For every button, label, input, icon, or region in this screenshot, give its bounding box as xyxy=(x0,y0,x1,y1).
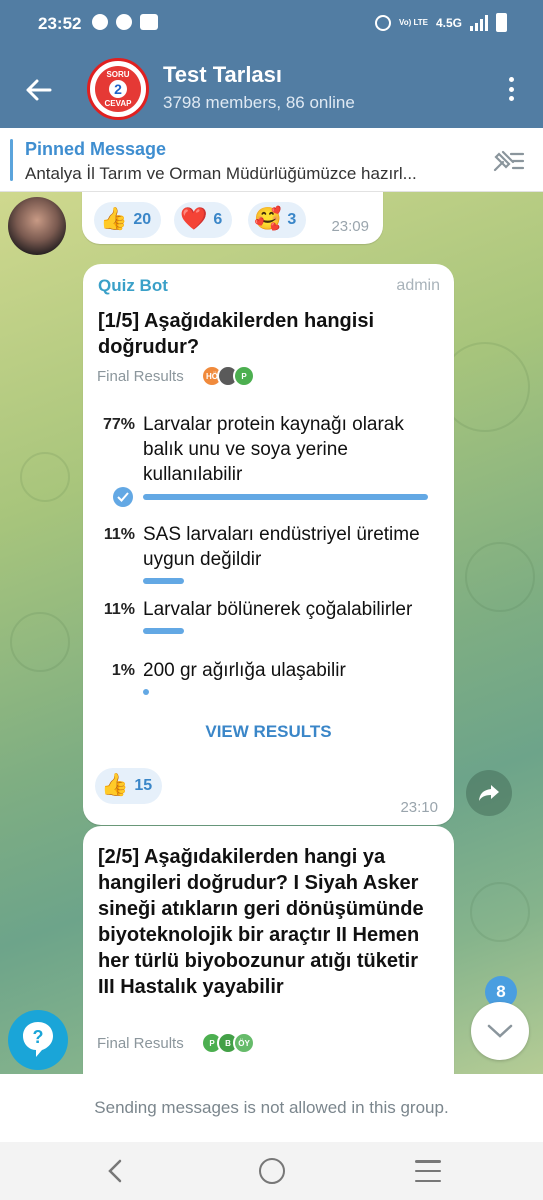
sender-avatar[interactable] xyxy=(8,197,66,255)
quiz-message[interactable]: [2/5] Aşağıdakilerden hangi ya hangileri… xyxy=(83,826,454,1074)
thumbs-up-icon: 👍 xyxy=(100,207,128,232)
admin-badge: admin xyxy=(396,277,440,294)
option-percent: 11% xyxy=(103,601,135,618)
pinned-list-icon[interactable] xyxy=(491,146,525,176)
question-bubble-icon: ? xyxy=(23,1022,53,1057)
group-logo: SORU 2 CEVAP xyxy=(95,66,141,112)
option-bar xyxy=(143,689,149,695)
help-button[interactable]: ? xyxy=(8,1010,68,1070)
pinned-message[interactable]: Pinned Message Antalya İl Tarım ve Orman… xyxy=(0,128,543,192)
pinned-indicator xyxy=(10,139,13,181)
message-bubble[interactable]: 👍 20 ❤️ 6 🥰 3 23:09 xyxy=(82,192,383,244)
reaction-heart[interactable]: ❤️ 6 xyxy=(174,202,233,238)
quiz-question: [2/5] Aşağıdakilerden hangi ya hangileri… xyxy=(98,846,424,998)
status-indicators: Vo) LTE 4.5G xyxy=(374,13,507,32)
correct-check-icon xyxy=(113,487,133,507)
signal-icon xyxy=(470,14,488,31)
dot-icon xyxy=(508,96,514,101)
system-navbar xyxy=(0,1142,543,1200)
status-time: 23:52 xyxy=(38,14,82,33)
option-text: Larvalar bölünerek çoğalabilirler xyxy=(143,599,413,620)
background-doodle xyxy=(470,882,530,942)
voter-avatars: P B ÖY xyxy=(201,1032,255,1054)
voter-avatars: HÖ P xyxy=(201,365,255,387)
back-arrow-icon xyxy=(26,79,52,101)
view-results-button[interactable]: VIEW RESULTS xyxy=(83,722,454,742)
quiz-message[interactable]: Quiz Bot admin [1/5] Aşağıdakilerden han… xyxy=(83,264,454,825)
reaction-count: 20 xyxy=(133,211,152,228)
reaction-smiling-hearts[interactable]: 🥰 3 xyxy=(248,202,307,238)
dot-icon xyxy=(508,86,514,92)
battery-icon xyxy=(496,13,507,32)
restricted-notice: Sending messages is not allowed in this … xyxy=(0,1074,543,1142)
alarm-icon xyxy=(374,14,391,31)
sender-name[interactable]: Quiz Bot xyxy=(98,276,168,296)
heart-icon: ❤️ xyxy=(180,207,208,232)
more-options-button[interactable] xyxy=(501,74,521,104)
message-time: 23:10 xyxy=(400,799,438,816)
reaction-thumbs-up[interactable]: 👍 15 xyxy=(95,768,163,804)
scroll-down-button[interactable] xyxy=(471,1002,529,1060)
messenger-icon xyxy=(92,14,108,30)
message-time: 23:09 xyxy=(331,218,369,235)
chevron-down-icon xyxy=(487,1024,513,1038)
nav-recents-icon[interactable] xyxy=(415,1160,441,1182)
option-text: Larvalar protein kaynağı olarak balık un… xyxy=(143,414,404,485)
reaction-thumbs-up[interactable]: 👍 20 xyxy=(94,202,162,238)
quiz-question: [1/5] Aşağıdakilerden hangisi doğrudur? xyxy=(98,310,375,358)
smiling-face-hearts-icon: 🥰 xyxy=(254,207,282,232)
group-avatar[interactable]: SORU 2 CEVAP xyxy=(87,58,149,120)
logo-text-number: 2 xyxy=(109,80,127,98)
option-bar xyxy=(143,494,428,500)
chat-header: SORU 2 CEVAP Test Tarlası 3798 members, … xyxy=(0,50,543,128)
logo-text-soru: SORU xyxy=(106,70,130,79)
facebook-icon xyxy=(116,14,132,30)
background-doodle xyxy=(10,612,70,672)
svg-text:?: ? xyxy=(33,1027,44,1047)
voter-avatar: ÖY xyxy=(233,1032,255,1054)
option-percent: 77% xyxy=(102,416,135,433)
final-results-label: Final Results xyxy=(97,368,184,385)
nav-home-icon[interactable] xyxy=(259,1158,285,1184)
logo-text-cevap: CEVAP xyxy=(104,99,132,108)
notification-icons xyxy=(92,14,158,30)
chat-area[interactable]: 👍 20 ❤️ 6 🥰 3 23:09 Quiz Bot admin [1/5]… xyxy=(0,192,543,1074)
voter-avatar: P xyxy=(233,365,255,387)
nav-back-icon[interactable] xyxy=(104,1158,128,1184)
pinned-text: Antalya İl Tarım ve Orman Müdürlüğümüzce… xyxy=(25,164,417,183)
share-button[interactable] xyxy=(466,770,512,816)
option-text: 200 gr ağırlığa ulaşabilir xyxy=(143,660,346,681)
thumbs-up-icon: 👍 xyxy=(101,773,129,798)
option-percent: 11% xyxy=(103,526,135,543)
pinned-title: Pinned Message xyxy=(25,139,167,159)
background-doodle xyxy=(20,452,70,502)
final-results-label: Final Results xyxy=(97,1035,184,1052)
option-percent: 1% xyxy=(111,662,135,679)
option-bar xyxy=(143,628,184,634)
network-label: 4.5G xyxy=(435,15,462,30)
background-doodle xyxy=(465,542,535,612)
forward-arrow-icon xyxy=(479,785,499,801)
reaction-count: 6 xyxy=(213,211,223,228)
youtube-icon xyxy=(140,14,158,30)
chat-title[interactable]: Test Tarlası xyxy=(163,62,282,88)
back-button[interactable] xyxy=(20,72,56,108)
option-bar xyxy=(143,578,184,584)
dot-icon xyxy=(508,77,514,82)
reaction-count: 15 xyxy=(134,777,153,794)
lte-label: Vo) LTE xyxy=(398,17,428,27)
chat-subtitle[interactable]: 3798 members, 86 online xyxy=(163,93,355,113)
status-bar: 23:52 Vo) LTE 4.5G xyxy=(0,0,543,50)
reaction-count: 3 xyxy=(287,211,297,228)
option-text: SAS larvaları endüstriyel üretime uygun … xyxy=(143,524,420,570)
